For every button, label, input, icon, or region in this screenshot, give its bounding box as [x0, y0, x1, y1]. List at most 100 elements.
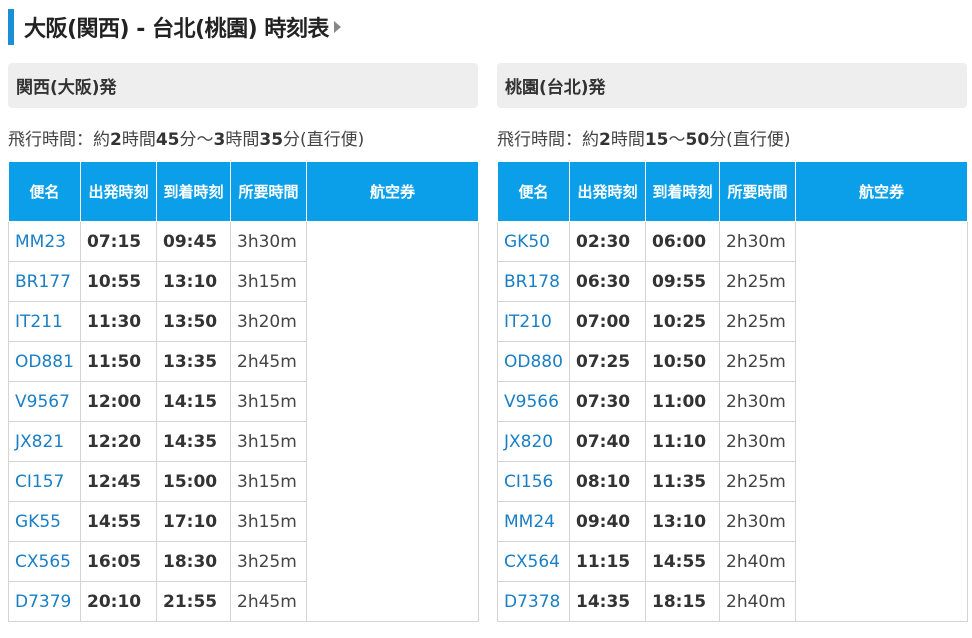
- arrival-time: 14:15: [156, 381, 231, 422]
- flight-number-link[interactable]: IT210: [497, 301, 570, 342]
- ticket-cell: [306, 221, 479, 622]
- flight-number-link[interactable]: D7378: [497, 581, 570, 622]
- departure-time: 07:00: [569, 301, 646, 342]
- departure-time: 20:10: [80, 581, 157, 622]
- departure-time: 14:35: [569, 581, 646, 622]
- duration: 2h25m: [719, 301, 796, 342]
- table-row: GK50 02:30 06:00 2h30m: [497, 221, 968, 622]
- table-header-row: 便名 出発時刻 到着時刻 所要時間 航空券: [497, 161, 968, 222]
- schedule-column-left: 関西(大阪)発 飛行時間：約2時間45分～3時間35分(直行便) 便名 出発時刻…: [8, 63, 479, 622]
- duration: 3h15m: [230, 421, 307, 462]
- departure-time: 02:30: [569, 221, 646, 262]
- flight-time-unit: 分(直行便): [709, 130, 791, 150]
- flight-number-link[interactable]: V9567: [8, 381, 81, 422]
- duration: 2h45m: [230, 581, 307, 622]
- flight-number-link[interactable]: JX821: [8, 421, 81, 462]
- flight-number-link[interactable]: GK55: [8, 501, 81, 542]
- flight-time-value: 50: [685, 130, 710, 150]
- flight-number-link[interactable]: CX564: [497, 541, 570, 582]
- departure-time: 07:30: [569, 381, 646, 422]
- flight-number-link[interactable]: V9566: [497, 381, 570, 422]
- flight-number-link[interactable]: CI157: [8, 461, 81, 502]
- table-row: MM23 07:15 09:45 3h30m: [8, 221, 479, 622]
- table-header-row: 便名 出発時刻 到着時刻 所要時間 航空券: [8, 161, 479, 222]
- heading-accent-bar: [8, 9, 14, 45]
- duration: 2h40m: [719, 541, 796, 582]
- departure-time: 08:10: [569, 461, 646, 502]
- arrival-time: 11:35: [645, 461, 720, 502]
- duration: 3h25m: [230, 541, 307, 582]
- flight-number-link[interactable]: OD881: [8, 341, 81, 382]
- departure-time: 06:30: [569, 261, 646, 302]
- departure-time: 11:50: [80, 341, 157, 382]
- arrival-time: 13:50: [156, 301, 231, 342]
- flight-number-link[interactable]: BR178: [497, 261, 570, 302]
- flight-number-link[interactable]: CI156: [497, 461, 570, 502]
- flight-time-value: 2: [599, 130, 611, 150]
- caret-right-icon: [333, 21, 341, 33]
- column-header-duration: 所要時間: [230, 161, 307, 222]
- page-heading: 大阪(関西) - 台北(桃園) 時刻表: [8, 8, 341, 46]
- duration: 3h15m: [230, 261, 307, 302]
- arrival-time: 17:10: [156, 501, 231, 542]
- arrival-time: 15:00: [156, 461, 231, 502]
- departure-time: 12:00: [80, 381, 157, 422]
- column-header-flight: 便名: [8, 161, 81, 222]
- departure-time: 12:45: [80, 461, 157, 502]
- duration: 2h40m: [719, 581, 796, 622]
- flight-time-unit: 分～: [179, 130, 214, 150]
- flight-number-link[interactable]: IT211: [8, 301, 81, 342]
- departure-time: 12:20: [80, 421, 157, 462]
- departure-time: 07:40: [569, 421, 646, 462]
- flight-time-value: 2: [110, 130, 122, 150]
- duration: 3h20m: [230, 301, 307, 342]
- duration: 3h30m: [230, 221, 307, 262]
- flight-time-unit: ～: [668, 130, 686, 150]
- arrival-time: 11:10: [645, 421, 720, 462]
- column-header-arrive: 到着時刻: [645, 161, 720, 222]
- flight-number-link[interactable]: OD880: [497, 341, 570, 382]
- origin-label: 関西(大阪)発: [16, 78, 117, 98]
- flight-time-value: 35: [259, 130, 284, 150]
- duration: 2h25m: [719, 261, 796, 302]
- arrival-time: 09:45: [156, 221, 231, 262]
- departure-time: 16:05: [80, 541, 157, 582]
- arrival-time: 21:55: [156, 581, 231, 622]
- duration: 3h15m: [230, 461, 307, 502]
- flight-duration-summary: 飛行時間：約2時間15～50分(直行便): [497, 125, 967, 150]
- duration: 2h30m: [719, 421, 796, 462]
- departure-time: 14:55: [80, 501, 157, 542]
- flight-number-link[interactable]: BR177: [8, 261, 81, 302]
- column-header-ticket: 航空券: [306, 161, 479, 222]
- flight-number-link[interactable]: JX820: [497, 421, 570, 462]
- flight-time-unit: 時間: [225, 130, 260, 150]
- flight-number-link[interactable]: MM24: [497, 501, 570, 542]
- flight-number-link[interactable]: D7379: [8, 581, 81, 622]
- departure-time: 11:15: [569, 541, 646, 582]
- departure-time: 09:40: [569, 501, 646, 542]
- table-body: MM23 07:15 09:45 3h30m BR177 10:55 13:10 3h15m…: [8, 221, 479, 622]
- arrival-time: 13:35: [156, 341, 231, 382]
- arrival-time: 18:30: [156, 541, 231, 582]
- origin-header: 関西(大阪)発: [8, 63, 478, 108]
- flight-time-unit: 時間: [121, 130, 156, 150]
- duration: 2h25m: [719, 461, 796, 502]
- ticket-cell: [795, 221, 968, 622]
- column-header-depart: 出発時刻: [80, 161, 157, 222]
- duration: 3h15m: [230, 501, 307, 542]
- flight-time-value: 45: [155, 130, 180, 150]
- arrival-time: 13:10: [156, 261, 231, 302]
- duration: 2h30m: [719, 381, 796, 422]
- table-body: GK50 02:30 06:00 2h30m BR178 06:30 09:55 2h25m…: [497, 221, 968, 622]
- arrival-time: 14:35: [156, 421, 231, 462]
- arrival-time: 14:55: [645, 541, 720, 582]
- flight-number-link[interactable]: MM23: [8, 221, 81, 262]
- flight-number-link[interactable]: GK50: [497, 221, 570, 262]
- timetable-page: 大阪(関西) - 台北(桃園) 時刻表 関西(大阪)発 飛行時間：約2時間45分…: [0, 0, 972, 638]
- flight-time-value: 3: [213, 130, 226, 150]
- flight-number-link[interactable]: CX565: [8, 541, 81, 582]
- schedule-column-right: 桃園(台北)発 飛行時間：約2時間15～50分(直行便) 便名 出発時刻 到着時…: [497, 63, 968, 622]
- duration: 2h30m: [719, 501, 796, 542]
- timetable-table: 便名 出発時刻 到着時刻 所要時間 航空券 MM23 07:15 09:45 3h30…: [8, 161, 479, 622]
- column-header-ticket: 航空券: [795, 161, 968, 222]
